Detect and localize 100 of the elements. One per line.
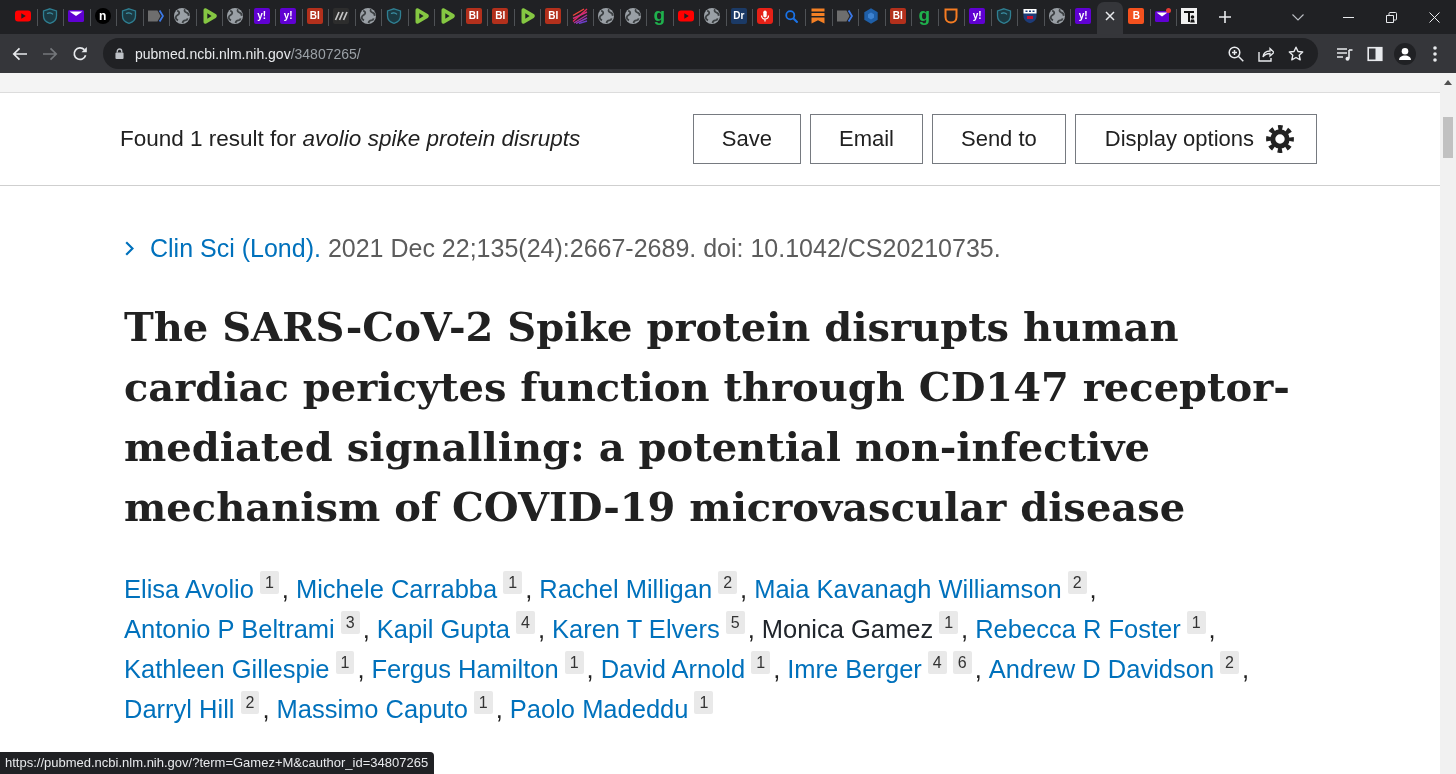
journal-link[interactable]: Clin Sci (Lond).: [150, 233, 321, 263]
author-link[interactable]: Maia Kavanagh Williamson: [754, 569, 1062, 609]
affiliation-link[interactable]: 3: [340, 611, 360, 634]
affiliation-link[interactable]: 1: [751, 651, 771, 674]
browser-tab[interactable]: y!: [1070, 2, 1097, 34]
close-icon[interactable]: [1104, 11, 1115, 21]
browser-tab[interactable]: n: [89, 2, 116, 34]
chevron-down-icon: [1292, 13, 1304, 21]
affiliation-link[interactable]: 4: [516, 611, 535, 634]
hexagon-icon: [863, 8, 880, 24]
author-link[interactable]: Massimo Caputo: [276, 689, 468, 729]
browser-tab[interactable]: g: [646, 2, 673, 34]
affiliation-link[interactable]: 2: [240, 691, 260, 714]
author-link[interactable]: Karen T Elvers: [552, 609, 720, 649]
address-bar[interactable]: pubmed.ncbi.nlm.nih.gov/34807265/: [103, 38, 1318, 69]
affiliation-link[interactable]: 5: [725, 611, 745, 634]
citation-text: 2021 Dec 22;135(24):2667-2689. doi: 10.1042/CS20210735.: [327, 233, 1001, 263]
microphone-icon: [757, 8, 774, 24]
lock-icon: [115, 48, 124, 59]
scrollbar-thumb[interactable]: [1443, 117, 1453, 158]
browser-tab[interactable]: BI: [487, 2, 514, 34]
site-logo: y!: [253, 8, 270, 24]
author-link[interactable]: Rachel Milligan: [539, 569, 713, 609]
browser-tab[interactable]: g: [911, 2, 938, 34]
site-logo: BI: [465, 8, 482, 24]
author-link[interactable]: Darryl Hill: [124, 689, 235, 729]
site-logo: Dr: [730, 8, 747, 24]
browser-tab[interactable]: y!: [275, 2, 302, 34]
star-icon[interactable]: [1288, 45, 1304, 62]
affiliation-link[interactable]: 6: [952, 651, 972, 674]
author-link[interactable]: Antonio P Beltrami: [124, 609, 335, 649]
affiliation-link[interactable]: 2: [718, 571, 738, 594]
globe-icon: [704, 8, 721, 24]
site-logo: BI: [492, 8, 509, 24]
arrow-tile-icon: [836, 8, 853, 24]
author-separator: ,: [1208, 614, 1216, 645]
author-link[interactable]: Michele Carrabba: [295, 569, 498, 609]
envelope-icon: [68, 8, 85, 24]
side-panel-icon: [1367, 45, 1383, 62]
shield-icon: [995, 8, 1012, 24]
browser-tab[interactable]: BI: [540, 2, 567, 34]
author-link[interactable]: Rebecca R Foster: [975, 609, 1181, 649]
author-separator: ,: [357, 654, 365, 685]
search-icon: [785, 9, 799, 23]
envelope-icon: [1154, 8, 1171, 24]
site-logo: g: [653, 6, 666, 26]
chevron-right-icon: [125, 240, 134, 256]
shield-icon: [121, 8, 138, 24]
affiliation-link[interactable]: 1: [1186, 611, 1206, 634]
shield-icon: [41, 8, 58, 24]
action-button[interactable]: Email: [809, 114, 923, 164]
affiliation-link[interactable]: 2: [1067, 571, 1087, 594]
article-title: The SARS-CoV-2 Spike protein disrupts human cardiac pericytes function through CD147 receptor-mediated signalling: a potential non-infective mechanism of COVID-19 microvascular disease: [124, 302, 1291, 532]
affiliation-link[interactable]: 1: [939, 611, 959, 634]
site-logo: BI: [545, 8, 562, 24]
affiliation-link[interactable]: 1: [335, 651, 355, 674]
author-separator: ,: [495, 694, 503, 725]
shield-outline-icon: [942, 8, 959, 24]
author-link[interactable]: David Arnold: [600, 649, 746, 689]
browser-tab[interactable]: BI: [884, 2, 911, 34]
author-separator: ,: [740, 574, 748, 605]
affiliation-link[interactable]: 1: [259, 571, 279, 594]
crest-icon: [1022, 8, 1039, 24]
avatar-icon: [1394, 42, 1416, 65]
author-link[interactable]: Paolo Madeddu: [509, 689, 689, 729]
site-logo: g: [918, 6, 931, 26]
author-link[interactable]: Kapil Gupta: [376, 609, 510, 649]
browser-tab[interactable]: BI: [460, 2, 487, 34]
affiliation-link[interactable]: 2: [1220, 651, 1239, 674]
author-link[interactable]: Kathleen Gillespie: [124, 649, 330, 689]
author-link[interactable]: Andrew D Davidson: [988, 649, 1215, 689]
share-icon[interactable]: [1258, 45, 1274, 62]
affiliation-link[interactable]: 1: [564, 651, 584, 674]
action-button[interactable]: Save: [692, 114, 801, 164]
affiliation-link[interactable]: 1: [503, 571, 523, 594]
affiliation-link[interactable]: 1: [694, 691, 714, 714]
author-link[interactable]: Fergus Hamilton: [371, 649, 559, 689]
affiliation-link[interactable]: 4: [927, 651, 947, 674]
play-icon: [439, 8, 456, 24]
browser-tab[interactable]: Dr: [725, 2, 752, 34]
browser-tab[interactable]: BI: [301, 2, 328, 34]
browser-tab[interactable]: y!: [248, 2, 275, 34]
browser-tab[interactable]: [1096, 2, 1123, 34]
scroll-up-icon[interactable]: [1444, 80, 1452, 85]
arrow-tile-icon: [147, 8, 164, 24]
close-icon: [1429, 11, 1440, 23]
author-link[interactable]: Monica Gamez: [761, 609, 934, 649]
zoom-in-icon[interactable]: [1228, 45, 1244, 62]
author-link[interactable]: Elisa Avolio: [124, 569, 254, 609]
author-separator: ,: [262, 694, 270, 725]
author-link[interactable]: Imre Berger: [787, 649, 922, 689]
globe-icon: [1048, 8, 1065, 24]
display-options-button[interactable]: Display options: [1074, 114, 1317, 164]
browser-tab[interactable]: y!: [964, 2, 991, 34]
settings-icon: [1266, 125, 1294, 153]
site-logo: B: [1128, 8, 1145, 24]
action-button[interactable]: Send to: [931, 114, 1066, 164]
scrollbar[interactable]: [1440, 73, 1456, 774]
affiliation-link[interactable]: 1: [473, 691, 493, 714]
site-logo: y!: [1075, 8, 1092, 24]
